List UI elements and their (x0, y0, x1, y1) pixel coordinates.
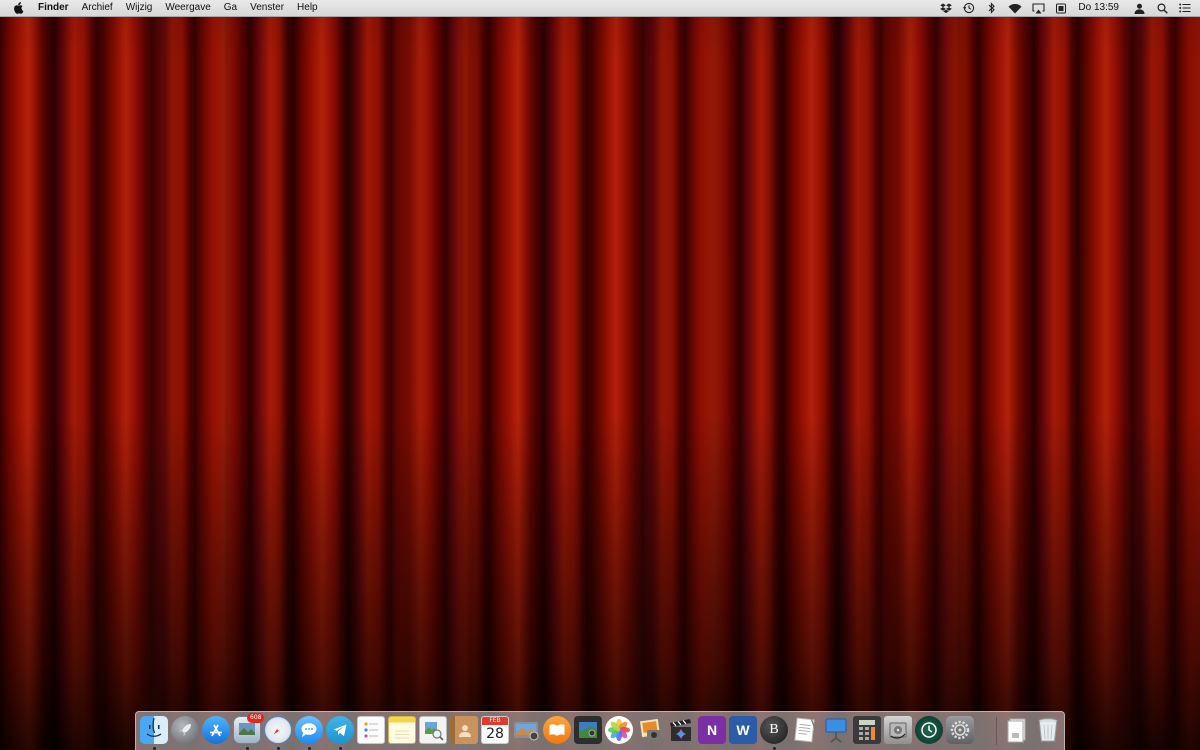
menu-venster[interactable]: Venster (250, 0, 284, 16)
menu-bar-clock[interactable]: Do 13:59 (1078, 0, 1119, 16)
dock-iphoto[interactable] (636, 716, 664, 744)
photos-flower-icon (605, 716, 633, 744)
menu-weergave[interactable]: Weergave (165, 0, 210, 16)
gear-icon (946, 716, 974, 744)
onenote-icon: N (698, 716, 726, 744)
menu-ga[interactable]: Ga (224, 0, 237, 16)
notepad-icon (388, 716, 416, 744)
dock-bbedit[interactable]: B (760, 716, 788, 750)
dock: 608 FEB 28 N W B (135, 711, 1065, 750)
dock-calculator[interactable] (853, 716, 881, 744)
time-machine-icon[interactable] (962, 1, 976, 15)
dock-calendar[interactable]: FEB 28 (481, 716, 509, 744)
dock-preview[interactable] (419, 716, 447, 744)
calendar-month: FEB (482, 717, 508, 725)
finder-icon (140, 716, 168, 744)
desktop-wallpaper (0, 0, 1200, 750)
time-machine-clock-icon (915, 716, 943, 744)
menu-finder[interactable]: Finder (38, 0, 69, 16)
open-book-icon (543, 716, 571, 744)
text-document-icon (791, 716, 819, 744)
dock-contacts[interactable] (450, 716, 478, 744)
calendar-day: 28 (486, 726, 504, 742)
dock-disk-utility[interactable] (884, 716, 912, 744)
calendar-icon: FEB 28 (481, 716, 509, 744)
bbedit-icon: B (760, 716, 788, 744)
photo-loupe-icon (419, 716, 447, 744)
dock-separator (996, 717, 997, 745)
dock-documents-stack[interactable] (1003, 716, 1031, 744)
dock-app-store[interactable] (202, 716, 230, 744)
compass-icon (264, 716, 292, 744)
menu-wijzig[interactable]: Wijzig (126, 0, 153, 16)
dock-word[interactable]: W (729, 716, 757, 744)
dock-photo-booth[interactable] (574, 716, 602, 744)
rocket-icon (171, 716, 199, 744)
spotlight-icon[interactable] (1155, 1, 1169, 15)
camera-scanner-icon (512, 716, 540, 744)
app-store-icon (202, 716, 230, 744)
dock-time-machine[interactable] (915, 716, 943, 744)
dock-final-cut-pro[interactable] (667, 716, 695, 744)
apple-icon[interactable] (12, 2, 24, 14)
dock-mail[interactable]: 608 (233, 713, 265, 750)
menu-bar-extras: Do 13:59 (930, 0, 1192, 16)
menu-bar: Finder Archief Wijzig Weergave Ga Venste… (0, 0, 1200, 17)
wifi-icon[interactable] (1008, 1, 1022, 15)
dock-keynote[interactable] (822, 716, 850, 744)
dock-onenote[interactable]: N (698, 716, 726, 744)
mail-unread-badge: 608 (247, 713, 265, 723)
address-book-icon (450, 716, 478, 744)
menu-archief[interactable]: Archief (82, 0, 113, 16)
trash-icon (1034, 716, 1062, 744)
dock-reminders[interactable] (357, 716, 385, 744)
clapperboard-icon (667, 716, 695, 744)
hard-disk-stethoscope-icon (884, 716, 912, 744)
menu-help[interactable]: Help (297, 0, 318, 16)
word-icon: W (729, 716, 757, 744)
dock-photos[interactable] (605, 716, 633, 744)
dock-textedit[interactable] (791, 716, 819, 744)
dock-telegram[interactable] (326, 716, 354, 750)
dock-launchpad[interactable] (171, 716, 199, 744)
user-icon[interactable] (1132, 1, 1146, 15)
notification-center-icon[interactable] (1178, 1, 1192, 15)
bluetooth-icon[interactable] (985, 1, 999, 15)
dock-system-preferences[interactable] (946, 716, 974, 744)
calculator-icon (853, 716, 881, 744)
iphoto-camera-icon (636, 716, 664, 744)
photo-booth-icon (574, 716, 602, 744)
document-stack-icon (1003, 716, 1031, 744)
podium-icon (822, 716, 850, 744)
dock-trash[interactable] (1034, 716, 1062, 744)
paper-plane-icon (326, 716, 354, 744)
dock-notes[interactable] (388, 716, 416, 744)
dock-safari[interactable] (264, 716, 292, 750)
battery-icon[interactable] (1054, 1, 1068, 15)
menu-bar-left: Finder Archief Wijzig Weergave Ga Venste… (0, 0, 331, 16)
dock-finder[interactable] (140, 716, 168, 750)
dock-image-capture[interactable] (512, 716, 540, 744)
airplay-icon[interactable] (1031, 1, 1045, 15)
dock-messages[interactable] (295, 716, 323, 750)
chat-bubble-icon (295, 716, 323, 744)
dropbox-icon[interactable] (939, 1, 953, 15)
checklist-icon (357, 716, 385, 744)
dock-ibooks[interactable] (543, 716, 571, 744)
